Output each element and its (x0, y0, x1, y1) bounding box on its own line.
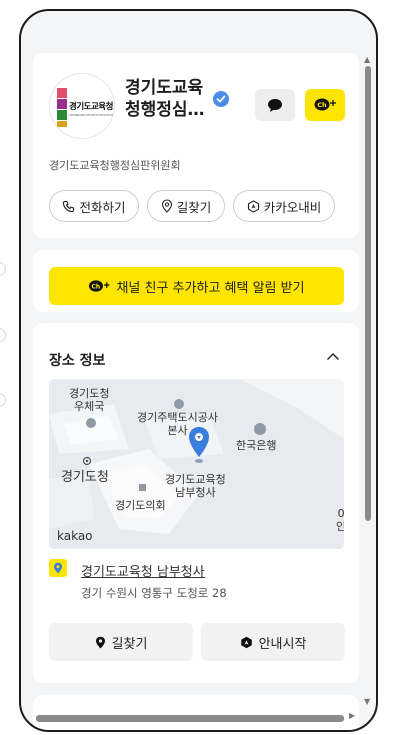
navigation-hexagon-icon (247, 199, 259, 213)
map-label-housing-corp: 경기주택도시공사 본사 (137, 411, 218, 437)
place-name-link[interactable]: 경기도교육청 남부청사 (81, 561, 205, 580)
background-item-dot (0, 262, 6, 276)
route-button[interactable]: 길찾기 (147, 190, 225, 222)
guide-start-label: 안내시작 (258, 636, 307, 652)
place-marker-icon (49, 559, 67, 577)
guide-start-button[interactable]: 안내시작 (201, 623, 345, 661)
map-label-provincial-office: 경기도청 (61, 470, 109, 485)
add-channel-button[interactable]: Ch (305, 89, 345, 121)
channel-logo: 경기도교육청 GYEONGGIDO OFFICE OF EDUCATION (49, 73, 115, 139)
scroll-right-arrow-icon[interactable]: ▶ (349, 711, 355, 720)
location-pin-icon (95, 636, 105, 648)
collapse-button[interactable] (322, 345, 344, 367)
place-route-button[interactable]: 길찾기 (49, 623, 193, 661)
chevron-up-icon (327, 352, 339, 360)
call-button[interactable]: 전화하기 (49, 190, 139, 222)
map-brand: kakao (57, 529, 93, 543)
map-label-bank: 한국은행 (236, 439, 277, 452)
channel-add-icon: Ch (314, 98, 336, 111)
next-section-card (33, 695, 359, 730)
call-label: 전화하기 (79, 199, 126, 215)
location-pin-icon (161, 199, 172, 213)
channel-description: 경기도교육청행정심판위원회 (49, 159, 181, 172)
channel-add-card: Ch 채널 친구 추가하고 혜택 알림 받기 (33, 250, 359, 312)
kakaonavi-button[interactable]: 카카오내비 (233, 190, 335, 222)
svg-text:Ch: Ch (92, 283, 101, 290)
scroll-down-arrow-icon[interactable]: ▼ (364, 697, 370, 706)
place-route-label: 길찾기 (111, 636, 148, 652)
background-item-dot (0, 328, 6, 342)
location-map[interactable]: 경기도청 우체국 경기주택도시공사 본사 한국은행 경기도교육청 남부청사 경기… (49, 379, 344, 549)
profile-card: 경기도교육청 GYEONGGIDO OFFICE OF EDUCATION 경기… (33, 53, 359, 238)
scroll-up-arrow-icon[interactable]: ▲ (364, 55, 370, 64)
kakaonavi-label: 카카오내비 (263, 199, 322, 215)
map-label-edge: 0 인 (336, 507, 344, 533)
place-section-title: 장소 정보 (49, 353, 106, 369)
place-address: 경기 수원시 영통구 도청로 28 (81, 586, 227, 600)
chat-button[interactable] (255, 89, 295, 121)
phone-frame: 경기도교육청 GYEONGGIDO OFFICE OF EDUCATION 경기… (19, 9, 378, 732)
horizontal-scrollbar[interactable] (36, 715, 344, 722)
place-info-card: 장소 정보 경기도청 우체국 경기주택도시공사 본사 한국은행 경기도교육청 남… (33, 323, 359, 683)
chat-bubble-icon (268, 98, 282, 112)
map-label-education-office: 경기도교육청 남부청사 (165, 473, 226, 499)
navigation-hexagon-icon (240, 636, 252, 648)
verified-badge-icon (213, 91, 229, 107)
svg-text:Ch: Ch (317, 101, 327, 109)
logo-subtext: GYEONGGIDO OFFICE OF EDUCATION (69, 114, 114, 117)
phone-icon (63, 200, 75, 212)
map-label-council: 경기도의회 (115, 499, 166, 512)
route-label: 길찾기 (176, 199, 212, 215)
logo-text: 경기도교육청 (69, 102, 113, 112)
map-label-post-office: 경기도청 우체국 (69, 387, 110, 413)
background-item-dot (0, 393, 6, 407)
channel-add-button[interactable]: Ch 채널 친구 추가하고 혜택 알림 받기 (49, 267, 344, 305)
channel-add-label: 채널 친구 추가하고 혜택 알림 받기 (116, 280, 305, 296)
channel-add-icon: Ch (89, 279, 110, 292)
vertical-scrollbar[interactable] (365, 66, 371, 521)
